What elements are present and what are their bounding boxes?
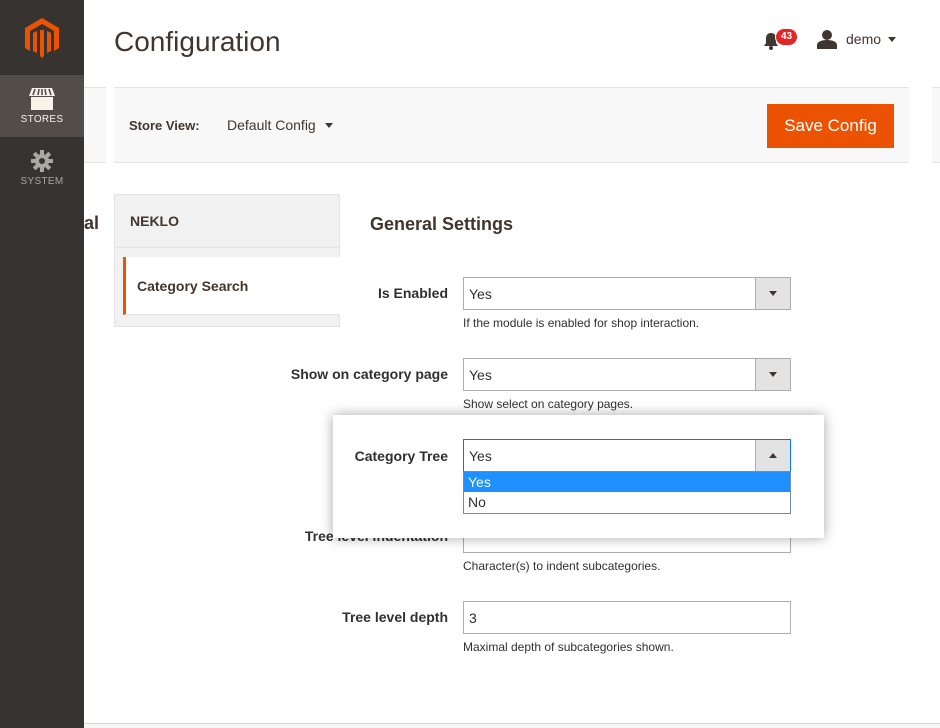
chevron-down-icon — [769, 372, 777, 377]
option-no[interactable]: No — [464, 492, 790, 512]
magento-logo[interactable] — [0, 0, 84, 75]
show-on-category-select[interactable]: Yes — [463, 358, 791, 391]
sidebar-item-label: SYSTEM — [20, 175, 64, 187]
category-tree-select[interactable]: Yes — [463, 439, 791, 472]
config-nav-item-category-search[interactable]: Category Search — [123, 257, 340, 315]
storebar-edge-left — [84, 87, 106, 163]
save-config-button[interactable]: Save Config — [767, 104, 894, 148]
notifications-badge: 43 — [775, 28, 799, 46]
clipped-heading: al S — [84, 213, 98, 233]
user-icon — [817, 30, 837, 49]
is-enabled-value: Yes — [469, 285, 492, 302]
category-tree-label: Category Tree — [354, 448, 448, 464]
option-yes[interactable]: Yes — [464, 472, 790, 492]
is-enabled-select[interactable]: Yes — [463, 277, 791, 310]
is-enabled-label: Is Enabled — [377, 285, 448, 301]
admin-sidebar: STORES SYSTEM — [0, 0, 84, 728]
storebar-edge-right — [932, 87, 940, 163]
section-title: General Settings — [370, 214, 514, 234]
page-divider — [84, 723, 940, 728]
category-tree-value: Yes — [469, 447, 492, 464]
is-enabled-note: If the module is enabled for shop intera… — [463, 316, 700, 330]
sidebar-item-system[interactable]: SYSTEM — [0, 137, 84, 199]
chevron-down-icon — [769, 291, 777, 296]
tree-depth-input[interactable] — [463, 601, 791, 634]
config-nav: NEKLO Category Search — [114, 194, 340, 327]
show-on-category-note: Show select on category pages. — [463, 397, 634, 411]
sidebar-item-label: STORES — [20, 113, 64, 125]
select-arrow — [755, 359, 790, 390]
store-view-value: Default Config — [227, 117, 316, 133]
tree-depth-note: Maximal depth of subcategories shown. — [463, 640, 674, 654]
user-menu[interactable]: demo — [817, 28, 897, 50]
chevron-down-icon — [324, 122, 333, 128]
select-arrow — [755, 278, 790, 309]
sidebar-item-stores[interactable]: STORES — [0, 75, 84, 137]
show-on-category-value: Yes — [469, 366, 492, 383]
select-arrow — [755, 440, 790, 471]
notifications-button[interactable]: 43 — [763, 28, 803, 52]
show-on-category-label: Show on category page — [290, 366, 448, 382]
store-icon — [29, 87, 55, 110]
user-name: demo — [846, 31, 882, 47]
store-view-label: Store View: — [129, 118, 200, 133]
category-tree-popup: Category Tree Yes Yes No — [333, 415, 824, 538]
store-view-switcher[interactable]: Default Config — [227, 117, 333, 133]
store-view-bar: Store View: Default Config Save Config — [114, 87, 909, 163]
magento-logo-icon — [25, 17, 59, 58]
gear-icon — [31, 149, 53, 172]
category-tree-options: Yes No — [463, 471, 791, 514]
chevron-up-icon — [769, 453, 777, 458]
tree-indentation-note: Character(s) to indent subcategories. — [463, 559, 661, 573]
tree-depth-label: Tree level depth — [342, 609, 448, 625]
page-title: Configuration — [114, 26, 281, 57]
chevron-down-icon — [888, 36, 897, 42]
config-nav-group-neklo[interactable]: NEKLO — [115, 195, 339, 248]
